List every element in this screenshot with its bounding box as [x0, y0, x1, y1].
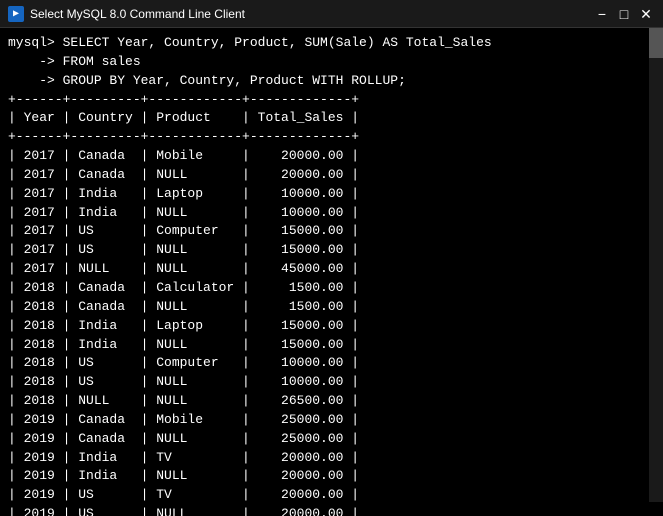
table-row: | 2019 | Canada | NULL | 25000.00 |: [8, 430, 655, 449]
table-row: | 2017 | India | NULL | 10000.00 |: [8, 204, 655, 223]
table-header-border: +------+---------+------------+---------…: [8, 128, 655, 147]
minimize-button[interactable]: −: [593, 5, 611, 23]
table-body: | 2017 | Canada | Mobile | 20000.00 || 2…: [8, 147, 655, 516]
table-row: | 2017 | Canada | NULL | 20000.00 |: [8, 166, 655, 185]
table-row: | 2018 | NULL | NULL | 26500.00 |: [8, 392, 655, 411]
query-line: mysql> SELECT Year, Country, Product, SU…: [8, 34, 655, 53]
table-row: | 2018 | India | NULL | 15000.00 |: [8, 336, 655, 355]
window-controls: − □ ✕: [593, 5, 655, 23]
query-line: -> FROM sales: [8, 53, 655, 72]
window-title: Select MySQL 8.0 Command Line Client: [30, 7, 593, 21]
table-row: | 2017 | NULL | NULL | 45000.00 |: [8, 260, 655, 279]
query-line: -> GROUP BY Year, Country, Product WITH …: [8, 72, 655, 91]
table-row: | 2018 | Canada | NULL | 1500.00 |: [8, 298, 655, 317]
table-row: | 2018 | Canada | Calculator | 1500.00 |: [8, 279, 655, 298]
table-row: | 2018 | US | NULL | 10000.00 |: [8, 373, 655, 392]
table-row: | 2018 | India | Laptop | 15000.00 |: [8, 317, 655, 336]
scrollbar-thumb[interactable]: [649, 28, 663, 58]
maximize-button[interactable]: □: [615, 5, 633, 23]
table-row: | 2019 | India | NULL | 20000.00 |: [8, 467, 655, 486]
close-button[interactable]: ✕: [637, 5, 655, 23]
title-bar: ▶ Select MySQL 8.0 Command Line Client −…: [0, 0, 663, 28]
sql-query: mysql> SELECT Year, Country, Product, SU…: [8, 34, 655, 91]
table-row: | 2017 | US | Computer | 15000.00 |: [8, 222, 655, 241]
table-row: | 2019 | India | TV | 20000.00 |: [8, 449, 655, 468]
table-row: | 2017 | India | Laptop | 10000.00 |: [8, 185, 655, 204]
terminal-window: mysql> SELECT Year, Country, Product, SU…: [0, 28, 663, 516]
table-row: | 2019 | US | TV | 20000.00 |: [8, 486, 655, 505]
table-row: | 2019 | Canada | Mobile | 25000.00 |: [8, 411, 655, 430]
table-header: | Year | Country | Product | Total_Sales…: [8, 109, 655, 128]
app-icon: ▶: [8, 6, 24, 22]
table-row: | 2018 | US | Computer | 10000.00 |: [8, 354, 655, 373]
table-row: | 2017 | Canada | Mobile | 20000.00 |: [8, 147, 655, 166]
table-row: | 2019 | US | NULL | 20000.00 |: [8, 505, 655, 516]
table-top-border: +------+---------+------------+---------…: [8, 91, 655, 110]
scrollbar[interactable]: [649, 28, 663, 502]
table-row: | 2017 | US | NULL | 15000.00 |: [8, 241, 655, 260]
